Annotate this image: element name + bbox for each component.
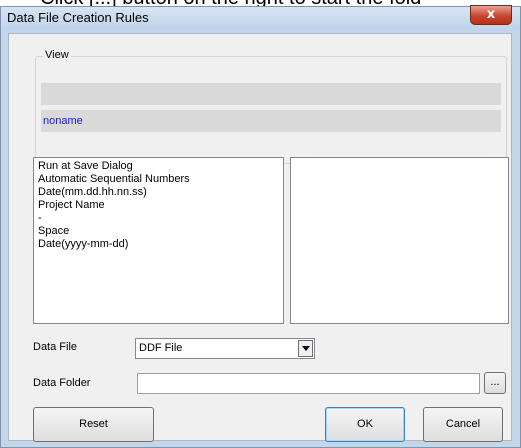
dialog-body: View noname Run at Save Dialog Automatic…	[8, 33, 512, 442]
available-rules-list[interactable]: Run at Save Dialog Automatic Sequential …	[33, 157, 284, 324]
window-title: Data File Creation Rules	[7, 10, 149, 25]
view-preview-line-1	[41, 83, 501, 105]
close-icon: x	[486, 7, 496, 22]
list-item[interactable]: Automatic Sequential Numbers	[38, 173, 279, 186]
cancel-button[interactable]: Cancel	[423, 407, 503, 442]
close-button[interactable]: x	[470, 5, 512, 25]
data-file-select[interactable]: DDF File	[135, 338, 315, 359]
list-item[interactable]: Run at Save Dialog	[38, 160, 279, 173]
data-file-label: Data File	[33, 341, 78, 353]
list-item[interactable]: Date(yyyy-mm-dd)	[38, 238, 279, 251]
title-bar[interactable]: Data File Creation Rules x	[1, 5, 520, 31]
reset-button[interactable]: Reset	[33, 407, 154, 442]
data-folder-label: Data Folder	[33, 377, 91, 389]
list-item[interactable]: Date(mm.dd.hh.nn.ss)	[38, 186, 279, 199]
list-item[interactable]: Space	[38, 225, 279, 238]
list-item[interactable]: -	[38, 212, 279, 225]
chevron-down-icon[interactable]	[298, 340, 313, 357]
ok-button[interactable]: OK	[325, 407, 405, 442]
list-item[interactable]: Project Name	[38, 199, 279, 212]
selected-rules-list[interactable]	[290, 157, 509, 324]
view-preview-line-2: noname	[41, 110, 501, 132]
browse-folder-button[interactable]: ...	[484, 372, 506, 394]
data-file-selected-value: DDF File	[139, 342, 183, 354]
data-folder-input[interactable]	[137, 373, 480, 394]
dialog-window: Data File Creation Rules x View noname R…	[0, 5, 521, 448]
view-group-label: View	[43, 49, 71, 61]
